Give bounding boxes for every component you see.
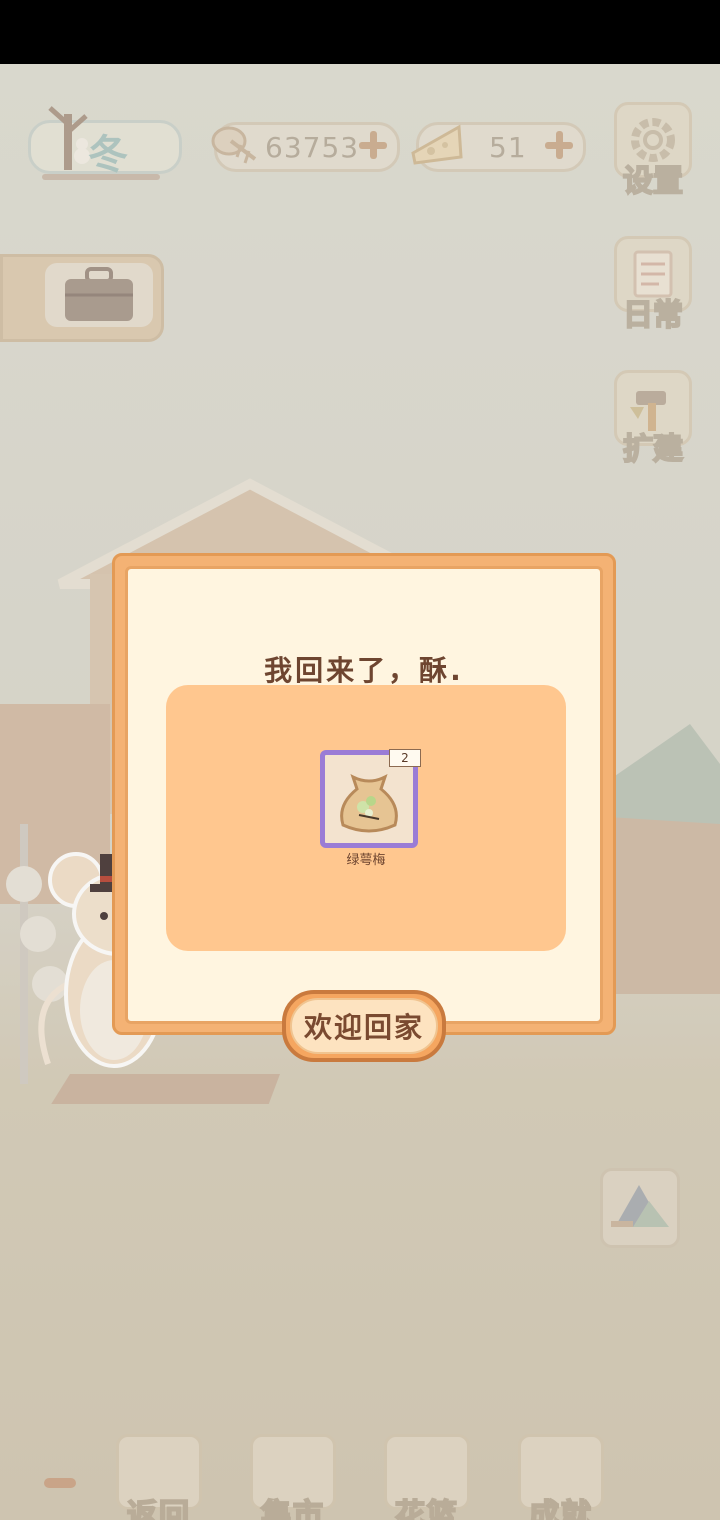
daily-button[interactable]: 日常 xyxy=(614,236,692,334)
settings-button[interactable]: 设置 xyxy=(614,102,692,200)
daily-label: 日常 xyxy=(622,297,684,334)
season-progress xyxy=(42,174,160,180)
mountain-icon xyxy=(611,1185,669,1227)
status-bar xyxy=(0,0,720,64)
nav-flower-basket[interactable]: 花篮 xyxy=(382,1434,472,1520)
reward-item-name: 绿萼梅 xyxy=(346,853,386,868)
inventory-button[interactable] xyxy=(0,254,164,342)
reward-item-count: 2 xyxy=(389,749,421,767)
welcome-home-dialog: 我回来了，酥. 2 绿萼梅 xyxy=(112,553,616,1035)
season-label: 冬 xyxy=(88,132,130,178)
dialog-title: 我回来了，酥. xyxy=(264,654,464,687)
welcome-home-button[interactable]: 欢迎回家 xyxy=(282,990,446,1062)
inventory-tile xyxy=(45,263,153,327)
reward-item-slot[interactable]: 2 xyxy=(320,749,421,848)
fishbone-amount: 63753 xyxy=(265,131,360,164)
cheese-currency: 51 xyxy=(411,122,586,172)
bottom-navigation: 返回 集市 花篮 成就 xyxy=(0,1434,720,1520)
settings-label: 设置 xyxy=(622,163,684,200)
fishbone-icon xyxy=(211,126,257,164)
add-fishbone-button[interactable] xyxy=(359,131,387,159)
nav-achievements-label: 成就 xyxy=(528,1497,593,1520)
map-button[interactable] xyxy=(600,1168,680,1248)
cheese-amount: 51 xyxy=(489,131,527,164)
nav-achievements[interactable]: 成就 xyxy=(516,1434,606,1520)
seed-bag-icon xyxy=(340,774,398,833)
expand-label: 扩建 xyxy=(622,431,684,468)
nav-market-label: 集市 xyxy=(260,1497,325,1520)
add-cheese-button[interactable] xyxy=(545,131,573,159)
fishbone-currency: 63753 xyxy=(211,122,400,172)
briefcase-icon xyxy=(65,267,133,321)
reward-panel: 2 绿萼梅 xyxy=(166,685,566,951)
nav-back-label: 返回 xyxy=(126,1497,191,1520)
dialog-body: 我回来了，酥. 2 绿萼梅 xyxy=(125,566,603,1024)
cheese-icon xyxy=(411,124,463,165)
collapse-handle[interactable] xyxy=(44,1478,76,1488)
expand-button[interactable]: 扩建 xyxy=(614,370,692,468)
nav-back[interactable]: 返回 xyxy=(114,1434,204,1520)
season-indicator[interactable]: 冬 xyxy=(28,94,182,184)
nav-flower-basket-label: 花篮 xyxy=(394,1497,459,1520)
nav-market[interactable]: 集市 xyxy=(248,1434,338,1520)
welcome-home-button-label: 欢迎回家 xyxy=(290,998,438,1054)
